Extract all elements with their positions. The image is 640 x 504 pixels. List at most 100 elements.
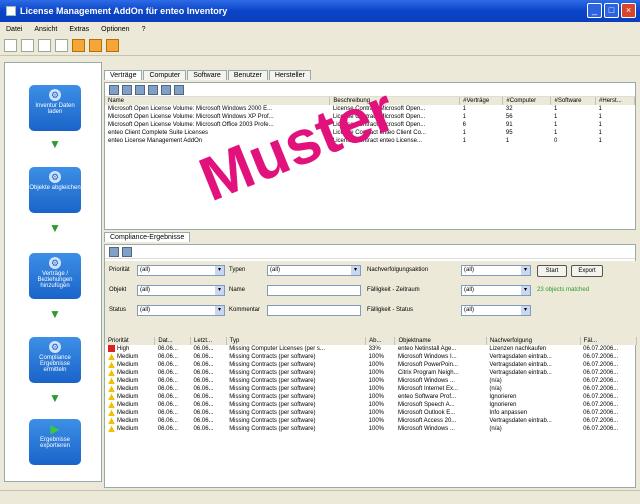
menu-extras[interactable]: Extras bbox=[69, 26, 89, 33]
table-row[interactable]: Medium 06.06... 06.06... Missing Contracts … bbox=[105, 361, 637, 369]
priority-select[interactable]: (all) ▾ bbox=[137, 265, 225, 276]
action-select[interactable]: (all) ▾ bbox=[461, 265, 531, 276]
column-header[interactable]: Nachverfolgung bbox=[486, 337, 581, 345]
cell-text: Missing Contracts (per software) bbox=[229, 378, 316, 384]
add-icon[interactable] bbox=[122, 246, 132, 257]
tab-software[interactable]: Software bbox=[187, 70, 227, 80]
select-value: (all) bbox=[464, 267, 474, 273]
table-cell: 0 bbox=[551, 137, 596, 145]
start-button[interactable]: Start bbox=[537, 265, 567, 277]
edit-icon[interactable] bbox=[122, 84, 132, 95]
arrow-down-icon: ▼ bbox=[49, 137, 61, 151]
filter-label: Name bbox=[229, 287, 246, 293]
refresh-icon[interactable] bbox=[109, 246, 119, 257]
table-cell: 1 bbox=[596, 129, 635, 137]
tab-benutzer[interactable]: Benutzer bbox=[227, 70, 268, 80]
table-row[interactable]: Medium 06.06... 06.06... Missing Contracts … bbox=[105, 353, 637, 361]
refresh-icon[interactable] bbox=[55, 39, 68, 52]
warning-icon bbox=[108, 377, 115, 385]
menu-datei[interactable]: Datei bbox=[6, 26, 22, 33]
status-select[interactable]: (all) ▾ bbox=[137, 305, 225, 316]
table-cell: 06.06... bbox=[155, 393, 191, 401]
table-row[interactable]: High 06.06... 06.06... Missing Computer Lic… bbox=[105, 345, 637, 353]
cell-text: (n/a) bbox=[489, 378, 502, 384]
tab-vertraege[interactable]: Verträge bbox=[104, 70, 143, 80]
workflow-step-export[interactable]: ▶ Ergebnisse exportieren bbox=[29, 419, 81, 465]
column-header[interactable]: Letzt... bbox=[190, 337, 227, 345]
workflow-step-load[interactable]: ⚙ Inventur Daten laden bbox=[29, 85, 81, 131]
table-row[interactable]: Medium 06.06... 06.06... Missing Contracts … bbox=[105, 409, 637, 417]
report-icon[interactable] bbox=[106, 39, 119, 52]
column-header[interactable]: #Verträge bbox=[459, 97, 504, 105]
table-cell: 100% bbox=[366, 377, 395, 385]
save-icon[interactable] bbox=[38, 39, 51, 52]
menu-help[interactable]: ? bbox=[142, 26, 146, 33]
tab-hersteller[interactable]: Hersteller bbox=[268, 70, 311, 80]
column-header[interactable]: Fäl... bbox=[580, 337, 638, 345]
column-header[interactable]: Name bbox=[105, 97, 331, 105]
type-select[interactable]: (all) ▾ bbox=[267, 265, 361, 276]
copy-icon[interactable] bbox=[148, 84, 158, 95]
comment-input[interactable] bbox=[267, 305, 361, 316]
column-header[interactable]: Ab... bbox=[365, 337, 396, 345]
cell-text: enteo Client Complete Suite Licenses bbox=[108, 130, 209, 136]
table-cell: 1 bbox=[551, 129, 596, 137]
cell-text: Missing Contracts (per software) bbox=[229, 386, 316, 392]
filter-icon[interactable] bbox=[72, 39, 85, 52]
play-icon: ▶ bbox=[50, 422, 60, 436]
cell-text: Medium bbox=[117, 378, 139, 385]
due-period-select[interactable]: (all) ▾ bbox=[461, 285, 531, 296]
minimize-button[interactable]: _ bbox=[587, 3, 602, 18]
cell-text: 100% bbox=[368, 394, 385, 400]
cell-text: (n/a) bbox=[489, 426, 502, 432]
column-header[interactable]: #Software bbox=[550, 97, 597, 105]
workflow-step-match[interactable]: ⚙ Objekte abgleichen bbox=[29, 167, 81, 213]
new-icon[interactable] bbox=[4, 39, 17, 52]
workflow-step-contracts[interactable]: ⚙ Verträge / Beziehungen hinzufügen bbox=[29, 253, 81, 299]
link-icon[interactable] bbox=[161, 84, 171, 95]
filter-panel: Priorität (all) ▾ Typen (all) ▾ Nachverfol… bbox=[105, 261, 637, 337]
table-row[interactable]: Medium 06.06... 06.06... Missing Contracts … bbox=[105, 425, 637, 433]
cell-text: 06.07.2006... bbox=[583, 362, 619, 368]
export-button[interactable]: Export bbox=[571, 265, 603, 277]
settings-icon[interactable] bbox=[89, 39, 102, 52]
chevron-down-icon: ▾ bbox=[521, 286, 530, 295]
name-input[interactable] bbox=[267, 285, 361, 296]
cell-text: Missing Contracts (per software) bbox=[229, 402, 316, 408]
tab-computer[interactable]: Computer bbox=[143, 70, 187, 80]
object-select[interactable]: (all) ▾ bbox=[137, 285, 225, 296]
table-row[interactable]: Medium 06.06... 06.06... Missing Contracts … bbox=[105, 401, 637, 409]
cell-text: 32 bbox=[505, 106, 513, 112]
tab-compliance-results[interactable]: Compliance-Ergebnisse bbox=[104, 232, 191, 242]
column-header[interactable]: #Herst... bbox=[595, 97, 635, 105]
column-header[interactable]: Objektname bbox=[394, 337, 487, 345]
table-row[interactable]: Medium 06.06... 06.06... Missing Contracts … bbox=[105, 385, 637, 393]
cell-text: 06.06... bbox=[157, 418, 178, 424]
maximize-button[interactable]: □ bbox=[604, 3, 619, 18]
menu-ansicht[interactable]: Ansicht bbox=[34, 26, 57, 33]
column-header[interactable]: Priorität bbox=[105, 337, 156, 345]
cell-text: 06.06... bbox=[193, 386, 214, 392]
add-icon[interactable] bbox=[109, 84, 119, 95]
table-cell: Missing Contracts (per software) bbox=[226, 393, 365, 401]
table-cell: 100% bbox=[366, 393, 395, 401]
table-row[interactable]: Medium 06.06... 06.06... Missing Contracts … bbox=[105, 417, 637, 425]
open-icon[interactable] bbox=[21, 39, 34, 52]
close-button[interactable]: × bbox=[621, 3, 636, 18]
table-cell: 06.06... bbox=[155, 345, 191, 353]
cell-text: 06.06... bbox=[193, 394, 214, 400]
delete-icon[interactable] bbox=[135, 84, 145, 95]
column-header[interactable]: Typ bbox=[226, 337, 367, 345]
table-row[interactable]: Medium 06.06... 06.06... Missing Contracts … bbox=[105, 393, 637, 401]
due-status-select[interactable]: (all) ▾ bbox=[461, 305, 531, 316]
workflow-step-compliance[interactable]: ⚙ Compliance Ergebnisse ermitteln bbox=[29, 337, 81, 383]
table-row[interactable]: Medium 06.06... 06.06... Missing Contracts … bbox=[105, 377, 637, 385]
column-header[interactable]: Dat... bbox=[154, 337, 192, 345]
menu-optionen[interactable]: Optionen bbox=[101, 26, 129, 33]
select-value: (all) bbox=[140, 267, 150, 273]
table-cell: Medium bbox=[105, 385, 155, 393]
column-header[interactable]: #Computer bbox=[502, 97, 552, 105]
unlink-icon[interactable] bbox=[174, 84, 184, 95]
table-row[interactable]: Medium 06.06... 06.06... Missing Contracts … bbox=[105, 369, 637, 377]
table-cell: 100% bbox=[366, 361, 395, 369]
